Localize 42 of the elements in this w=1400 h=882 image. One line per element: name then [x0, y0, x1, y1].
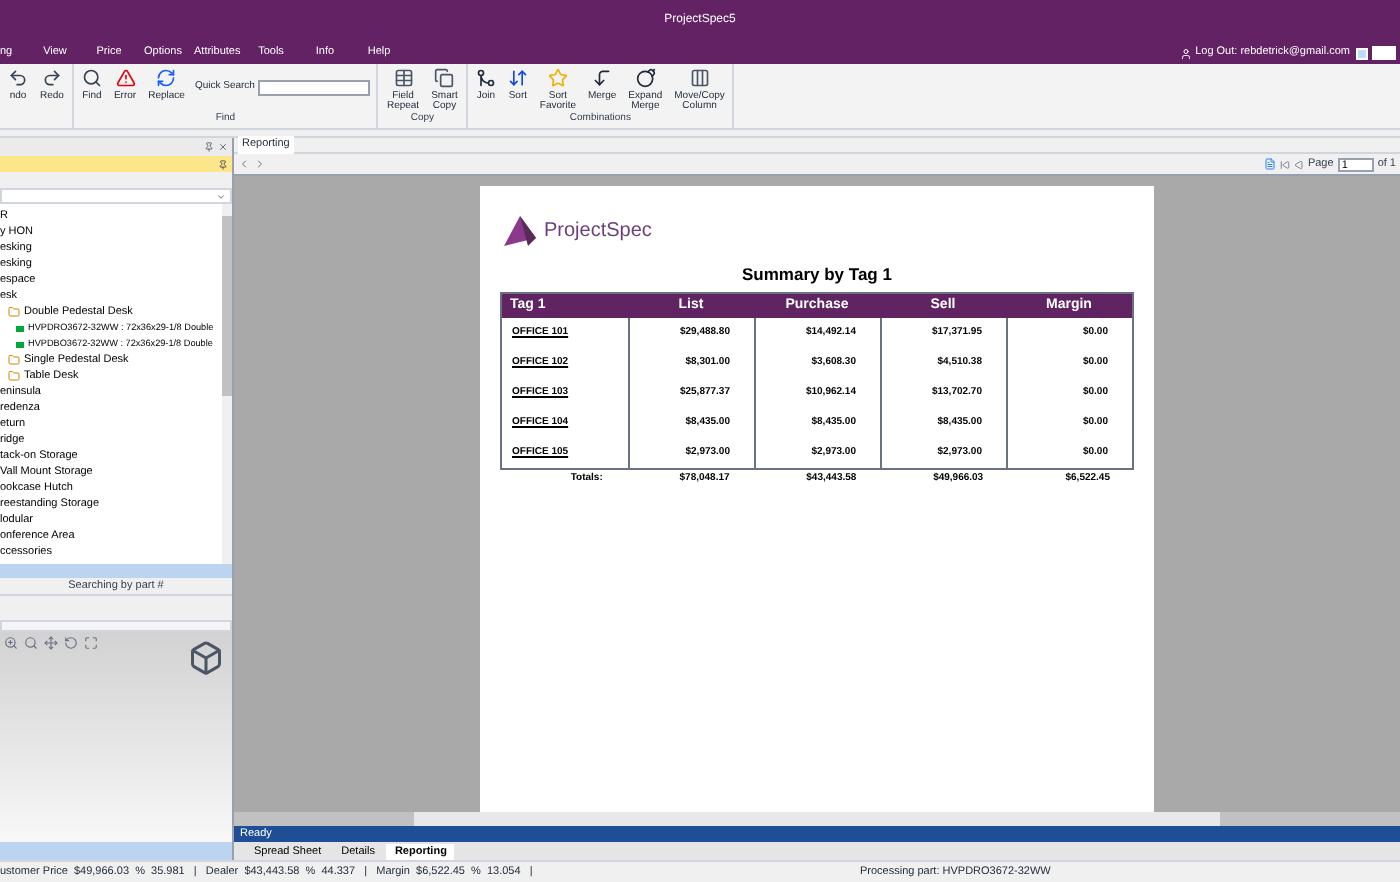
bomb-icon	[635, 68, 656, 88]
user-icon	[1179, 47, 1192, 59]
part-icon	[16, 341, 24, 347]
zoom-icon[interactable]	[4, 636, 18, 650]
copy-icon	[434, 68, 455, 88]
refresh-icon	[156, 68, 177, 88]
folder-icon	[8, 306, 20, 318]
folder-icon	[8, 354, 20, 366]
logo-text: ProjectSpec	[544, 217, 652, 245]
pin-icon[interactable]	[218, 159, 228, 169]
merge-icon	[592, 68, 613, 88]
folder-icon	[8, 370, 20, 382]
sort-icon	[507, 68, 528, 88]
join-icon	[475, 68, 496, 88]
quick-search-field[interactable]	[258, 80, 371, 96]
redo-icon	[41, 68, 62, 88]
previous-page-icon[interactable]	[1293, 159, 1304, 169]
pin-icon[interactable]	[204, 142, 214, 152]
page-icon[interactable]	[1263, 158, 1276, 170]
fit-icon[interactable]	[84, 636, 98, 650]
scrollbar-thumb[interactable]	[1220, 812, 1400, 826]
table-icon	[393, 68, 414, 88]
chevron-icon	[216, 191, 226, 201]
back-icon[interactable]	[238, 158, 250, 170]
undo-icon	[8, 68, 28, 88]
forward-icon[interactable]	[254, 158, 266, 170]
column-icon	[689, 68, 710, 88]
search-field[interactable]	[1372, 46, 1396, 60]
search-icon	[81, 68, 102, 88]
dropdown[interactable]	[0, 188, 232, 204]
horizontal-scrollbar[interactable]	[234, 812, 1400, 826]
warning-icon	[115, 68, 136, 88]
rotate-icon[interactable]	[64, 636, 78, 650]
search-icon[interactable]	[24, 636, 38, 650]
pan-icon[interactable]	[44, 636, 58, 650]
part-icon	[16, 325, 24, 331]
view-cube-icon[interactable]	[188, 640, 224, 676]
scrollbar[interactable]	[222, 204, 232, 564]
scrollbar-thumb[interactable]	[234, 812, 414, 826]
first-page-icon[interactable]	[1279, 159, 1290, 169]
star-icon	[547, 68, 568, 88]
report-title: Summary by Tag 1	[740, 262, 894, 288]
